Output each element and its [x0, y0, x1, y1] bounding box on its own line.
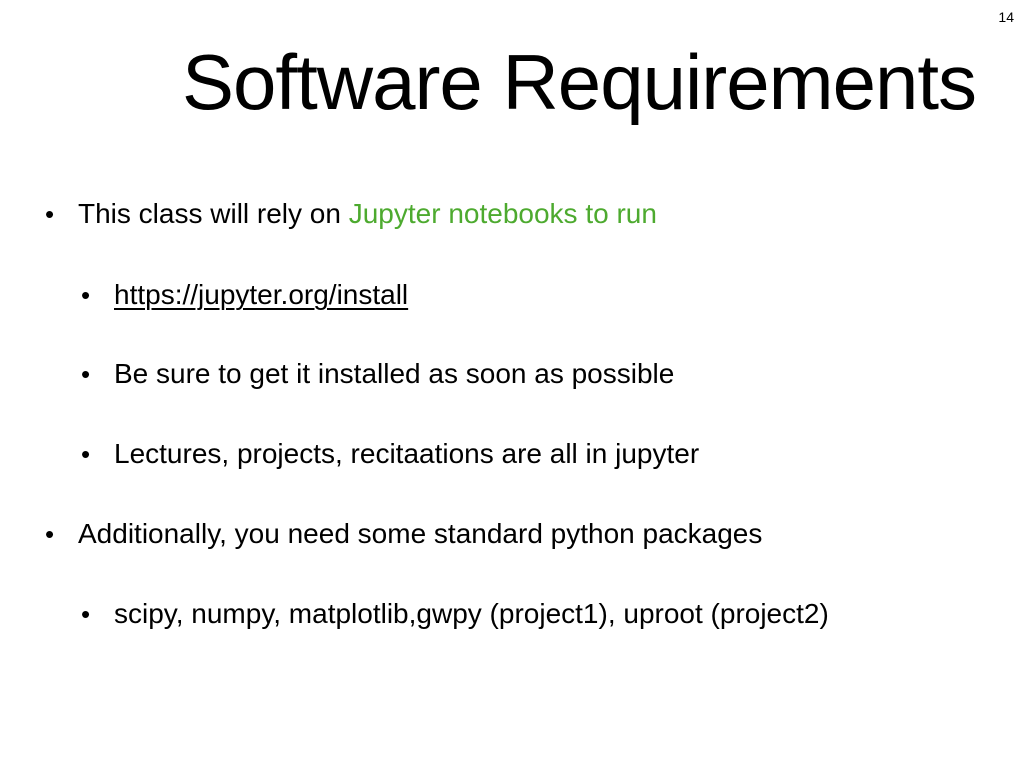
bullet-dot-icon: •	[81, 280, 91, 310]
bullet-install-soon: • Be sure to get it installed as soon as…	[81, 356, 675, 392]
bullet-text: scipy, numpy, matplotlib,gwpy (project1)…	[114, 598, 829, 629]
bullet-jupyter-reliance: • This class will rely on Jupyter notebo…	[45, 196, 657, 232]
bullet-python-packages: • Additionally, you need some standard p…	[45, 516, 763, 552]
bullet-dot-icon: •	[81, 439, 91, 469]
bullet-dot-icon: •	[45, 199, 55, 229]
slide-number: 14	[998, 9, 1014, 25]
slide-title: Software Requirements	[182, 38, 977, 126]
bullet-install-link: • https://jupyter.org/install	[81, 277, 408, 313]
highlighted-text: Jupyter notebooks to run	[348, 198, 657, 229]
bullet-dot-icon: •	[81, 359, 91, 389]
bullet-text: Be sure to get it installed as soon as p…	[114, 358, 675, 389]
bullet-dot-icon: •	[45, 519, 55, 549]
bullet-package-list: • scipy, numpy, matplotlib,gwpy (project…	[81, 596, 829, 632]
bullet-text: Additionally, you need some standard pyt…	[78, 518, 763, 549]
jupyter-install-link[interactable]: https://jupyter.org/install	[114, 279, 408, 310]
bullet-all-in-jupyter: • Lectures, projects, recitaations are a…	[81, 436, 700, 472]
bullet-text: Lectures, projects, recitaations are all…	[114, 438, 700, 469]
bullet-text: This class will rely on	[78, 198, 349, 229]
bullet-dot-icon: •	[81, 599, 91, 629]
